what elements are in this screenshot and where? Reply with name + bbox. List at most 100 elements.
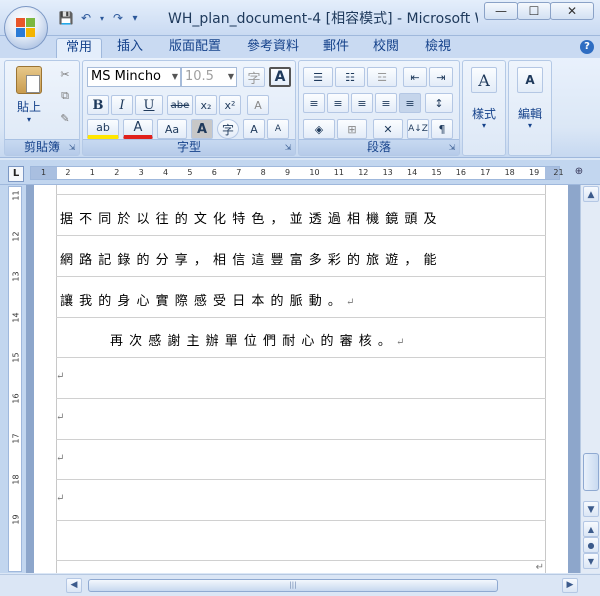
align-center-button[interactable]: ≡ [327,93,349,113]
document-text-line[interactable]: 再 次 感 謝 主 辦 單 位 們 耐 心 的 審 核 。 ↵ [110,330,568,349]
subscript-button[interactable]: x₂ [195,95,217,115]
ruler-tick-label: 18 [504,168,515,177]
scroll-up-button[interactable]: ▲ [583,186,599,202]
change-case-button[interactable]: Aa [157,119,187,139]
styles-group[interactable]: A 樣式 ▾ [462,60,506,156]
paste-button[interactable]: 貼上 ▾ [9,65,49,125]
editing-group[interactable]: A 編輯 ▾ [508,60,552,156]
enclose-char-icon[interactable]: 字 [243,67,265,87]
copy-icon[interactable]: ⧉ [55,87,75,105]
enclose-circle-icon[interactable]: 字 [217,119,239,139]
document-text-line[interactable]: 網 路 記 錄 的 分 享 ， 相 信 這 豐 富 多 彩 的 旅 遊 ， 能 [60,249,542,268]
ruler-tick-label: 6 [211,168,217,177]
bullets-button[interactable]: ☰ [303,67,333,87]
char-shading-button[interactable]: A [191,119,213,139]
distributed-button[interactable]: ≡ [399,93,421,113]
underline-button[interactable]: U [135,95,163,115]
superscript-button[interactable]: x² [219,95,241,115]
font-color-button[interactable]: A [123,119,153,139]
borders-button[interactable]: ⊞ [337,119,367,139]
clipboard-group: 貼上 ▾ ✂ ⧉ ✎ 剪貼簿 ⇲ [4,60,80,156]
bold-button[interactable]: B [87,95,109,115]
tab-view[interactable]: 檢視 [416,38,460,58]
vertical-ruler[interactable]: 11 12 13 14 15 16 17 18 19 [8,186,22,572]
view-ruler-icon[interactable]: ⊕ [572,166,586,180]
line-spacing-button[interactable]: ↕ [425,93,453,113]
font-name-combo[interactable]: MS Mincho ▼ [87,67,181,87]
select-browse-object-button[interactable]: ● [583,537,599,553]
highlight-button[interactable]: ab [87,119,119,139]
undo-dropdown-icon[interactable]: ▾ [96,9,108,27]
previous-page-button[interactable]: ▲ [583,521,599,537]
styles-icon: A [471,67,497,93]
cut-icon[interactable]: ✂ [55,65,75,83]
numbering-button[interactable]: ☷ [335,67,365,87]
char-border-icon[interactable]: A [269,67,291,87]
office-button[interactable] [4,6,48,50]
sort-button[interactable]: A↓Z [407,119,429,139]
ruler-tick-label: 1 [89,168,95,177]
vertical-scroll-thumb[interactable] [583,453,599,491]
tab-page-layout[interactable]: 版面配置 [160,38,230,58]
vertical-ruler-tick-label: 13 [11,271,21,282]
styles-label: 樣式 [471,107,496,121]
help-icon[interactable]: ? [580,40,594,54]
align-left-button[interactable]: ≡ [303,93,325,113]
paragraph-launcher-icon[interactable]: ⇲ [447,143,457,153]
clipboard-launcher-icon[interactable]: ⇲ [67,143,77,153]
vertical-scrollbar[interactable]: ▲ ▼ ▲ ● ▼ [580,185,600,573]
close-button[interactable]: ✕ [550,2,594,20]
increase-indent-button[interactable]: ⇥ [429,67,453,87]
document-page[interactable]: 据 不 同 於 以 往 的 文 化 特 色 ， 並 透 過 相 機 鏡 頭 及 … [34,185,568,573]
grow-font-button[interactable]: A [243,119,265,139]
clear-format-icon[interactable]: A [247,95,269,115]
save-icon[interactable]: 💾 [56,9,76,27]
justify-button[interactable]: ≡ [375,93,397,113]
strikethrough-button[interactable]: abe [167,95,193,115]
vertical-ruler-tick-label: 16 [11,392,21,404]
minimize-button[interactable]: — [484,2,518,20]
align-right-button[interactable]: ≡ [351,93,373,113]
empty-paragraph-mark[interactable]: ↵ [56,412,538,423]
show-marks-button[interactable]: ¶ [431,119,453,139]
font-size-dropdown-icon[interactable]: ▼ [228,68,234,86]
font-size-combo[interactable]: 10.5 ▼ [181,67,237,87]
empty-paragraph-mark[interactable]: ↵ [56,371,538,382]
document-text-line[interactable]: 据 不 同 於 以 往 的 文 化 特 色 ， 並 透 過 相 機 鏡 頭 及 [60,208,542,227]
scroll-down-button[interactable]: ▼ [583,501,599,517]
scroll-right-button[interactable]: ▶ [562,578,578,593]
shading-button[interactable]: ◈ [303,119,335,139]
ruler-tick-label: 11 [333,168,344,177]
scroll-left-button[interactable]: ◀ [66,578,82,593]
vertical-ruler-tick-label: 14 [11,311,21,323]
grid-line [56,520,546,521]
multilevel-list-button[interactable]: ☲ [367,67,397,87]
document-text-line[interactable]: 讓 我 的 身 心 實 際 感 受 日 本 的 脈 動 。 ↵ [60,290,542,309]
next-page-button[interactable]: ▼ [583,553,599,569]
customize-qat-icon[interactable]: ▾ [128,9,142,27]
tab-selector[interactable]: L [8,166,24,182]
empty-paragraph-mark[interactable]: ↵ [56,493,538,504]
italic-button[interactable]: I [111,95,133,115]
tab-insert[interactable]: 插入 [108,38,152,58]
asian-layout-button[interactable]: ✕ [373,119,403,139]
ruler-tick-label: 10 [309,168,320,177]
tab-mailings[interactable]: 郵件 [314,38,358,58]
shrink-font-button[interactable]: A [267,119,289,139]
horizontal-scroll-thumb[interactable]: ||| [88,579,498,592]
tab-references[interactable]: 參考資料 [238,38,308,58]
tab-review[interactable]: 校閱 [364,38,408,58]
format-painter-icon[interactable]: ✎ [55,109,75,127]
ruler-tick-label: 12 [358,168,369,177]
font-name-dropdown-icon[interactable]: ▼ [172,68,178,86]
ruler-tick-label: 8 [260,168,266,177]
paragraph-mark: ↵ [396,337,405,348]
redo-icon[interactable]: ↷ [108,9,128,27]
horizontal-ruler[interactable]: 1 2 1 2 3 4 5 6 7 8 9 10 11 12 13 14 15 16 17 18 19 21 [30,166,564,180]
empty-paragraph-mark[interactable]: ↵ [56,453,538,464]
decrease-indent-button[interactable]: ⇤ [403,67,427,87]
tab-home[interactable]: 常用 [56,38,102,58]
maximize-button[interactable]: ☐ [517,2,551,20]
font-launcher-icon[interactable]: ⇲ [283,143,293,153]
undo-icon[interactable]: ↶ [76,9,96,27]
